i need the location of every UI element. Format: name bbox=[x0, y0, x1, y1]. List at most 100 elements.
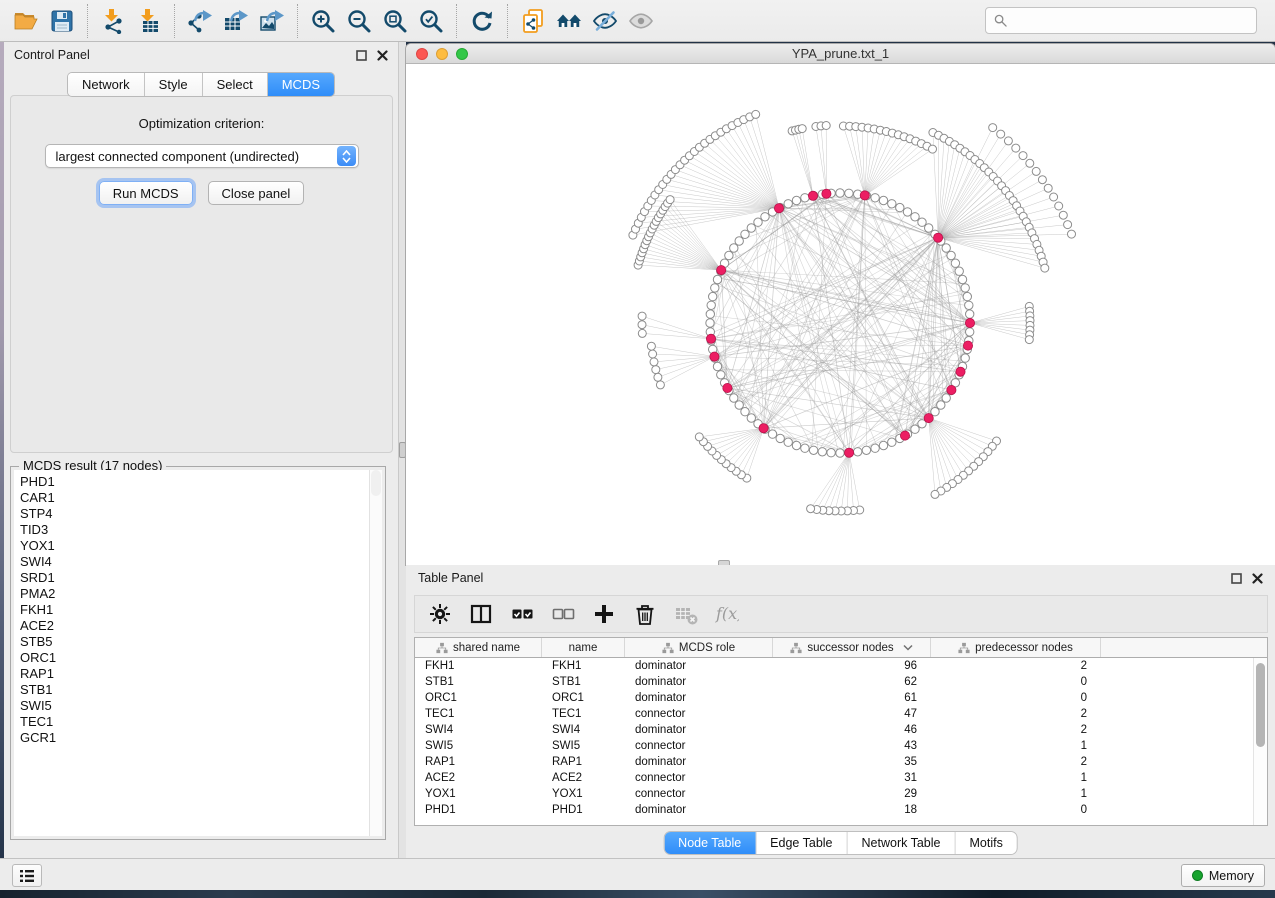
first-neighbors-icon[interactable] bbox=[551, 4, 587, 38]
table-row[interactable]: SWI4SWI4dominator462 bbox=[415, 722, 1267, 738]
column-header-name[interactable]: name bbox=[542, 638, 625, 657]
toolbar-separator bbox=[174, 4, 175, 38]
mcds-result-item[interactable]: SWI5 bbox=[14, 698, 369, 714]
export-network-icon[interactable] bbox=[182, 4, 218, 38]
vertical-splitter[interactable] bbox=[399, 42, 406, 858]
table-row[interactable]: TEC1TEC1connector472 bbox=[415, 706, 1267, 722]
mcds-result-item[interactable]: PMA2 bbox=[14, 586, 369, 602]
table-row[interactable]: SWI5SWI5connector431 bbox=[415, 738, 1267, 754]
cell-name: ORC1 bbox=[542, 692, 625, 704]
search-box[interactable] bbox=[985, 7, 1257, 34]
tab-network[interactable]: Network bbox=[68, 73, 145, 96]
column-header-predecessor-nodes[interactable]: predecessor nodes bbox=[931, 638, 1101, 657]
result-list-scrollbar[interactable] bbox=[370, 470, 382, 836]
list-icon bbox=[19, 869, 35, 883]
column-header-successor-nodes[interactable]: successor nodes bbox=[773, 638, 931, 657]
float-panel-icon[interactable] bbox=[356, 50, 367, 61]
hide-selected-icon[interactable] bbox=[587, 4, 623, 38]
export-image-icon[interactable] bbox=[254, 4, 290, 38]
mcds-result-item[interactable]: GCR1 bbox=[14, 730, 369, 746]
tab-network-table[interactable]: Network Table bbox=[848, 832, 956, 854]
column-header-MCDS-role[interactable]: MCDS role bbox=[625, 638, 773, 657]
mcds-result-item[interactable]: CAR1 bbox=[14, 490, 369, 506]
mcds-result-item[interactable]: STP4 bbox=[14, 506, 369, 522]
mcds-result-item[interactable]: FKH1 bbox=[14, 602, 369, 618]
table-scrollbar-thumb[interactable] bbox=[1256, 663, 1265, 747]
gear-icon[interactable] bbox=[427, 601, 453, 627]
tab-mcds[interactable]: MCDS bbox=[268, 73, 334, 96]
task-history-button[interactable] bbox=[12, 864, 42, 887]
cell-shared_name: YOX1 bbox=[415, 788, 542, 800]
columns-icon[interactable] bbox=[468, 601, 494, 627]
delete-row-icon[interactable] bbox=[632, 601, 658, 627]
table-row[interactable]: RAP1RAP1dominator352 bbox=[415, 754, 1267, 770]
optimization-criterion-label: Optimization criterion: bbox=[11, 116, 392, 131]
table-row[interactable]: STB1STB1dominator620 bbox=[415, 674, 1267, 690]
function-icon: f(x) bbox=[714, 601, 740, 627]
mcds-result-item[interactable]: STB5 bbox=[14, 634, 369, 650]
close-table-panel-icon[interactable] bbox=[1252, 573, 1263, 584]
main-toolbar bbox=[0, 0, 1275, 42]
float-table-panel-icon[interactable] bbox=[1231, 573, 1242, 584]
save-session-icon[interactable] bbox=[44, 4, 80, 38]
tab-motifs[interactable]: Motifs bbox=[955, 832, 1016, 854]
tab-select[interactable]: Select bbox=[203, 73, 268, 96]
network-canvas[interactable] bbox=[406, 64, 1275, 565]
cell-name: YOX1 bbox=[542, 788, 625, 800]
mcds-result-item[interactable]: TID3 bbox=[14, 522, 369, 538]
close-panel-icon[interactable] bbox=[377, 50, 388, 61]
column-header-shared-name[interactable]: shared name bbox=[415, 638, 542, 657]
duplicate-network-icon[interactable] bbox=[515, 4, 551, 38]
mcds-result-item[interactable]: PHD1 bbox=[14, 474, 369, 490]
zoom-in-icon[interactable] bbox=[305, 4, 341, 38]
vertical-splitter-handle[interactable] bbox=[399, 442, 406, 458]
cell-role: dominator bbox=[625, 676, 773, 688]
table-row[interactable]: YOX1YOX1connector291 bbox=[415, 786, 1267, 802]
mcds-result-item[interactable]: ACE2 bbox=[14, 618, 369, 634]
mcds-result-item[interactable]: STB1 bbox=[14, 682, 369, 698]
import-network-icon[interactable] bbox=[95, 4, 131, 38]
layout-refresh-icon[interactable] bbox=[464, 4, 500, 38]
mcds-result-item[interactable]: TEC1 bbox=[14, 714, 369, 730]
add-row-icon[interactable] bbox=[591, 601, 617, 627]
memory-button[interactable]: Memory bbox=[1181, 864, 1265, 887]
zoom-out-icon[interactable] bbox=[341, 4, 377, 38]
mcds-result-item[interactable]: RAP1 bbox=[14, 666, 369, 682]
cell-name: SWI5 bbox=[542, 740, 625, 752]
table-row[interactable]: ACE2ACE2connector311 bbox=[415, 770, 1267, 786]
column-header-filler bbox=[1101, 638, 1267, 657]
control-panel-title: Control Panel bbox=[14, 48, 90, 62]
mcds-result-item[interactable]: ORC1 bbox=[14, 650, 369, 666]
network-graph[interactable] bbox=[406, 64, 1275, 565]
network-window-titlebar[interactable]: YPA_prune.txt_1 bbox=[406, 44, 1275, 64]
select-all-icon[interactable] bbox=[509, 601, 535, 627]
node-table[interactable]: shared namenameMCDS rolesuccessor nodesp… bbox=[414, 637, 1268, 826]
tab-edge-table[interactable]: Edge Table bbox=[756, 832, 847, 854]
optimization-criterion-select[interactable]: largest connected component (undirected) bbox=[45, 144, 359, 168]
cell-successors: 61 bbox=[773, 692, 931, 704]
open-file-icon[interactable] bbox=[8, 4, 44, 38]
cell-name: TEC1 bbox=[542, 708, 625, 720]
mcds-result-item[interactable]: YOX1 bbox=[14, 538, 369, 554]
mcds-result-list[interactable]: PHD1CAR1STP4TID3YOX1SWI4SRD1PMA2FKH1ACE2… bbox=[14, 470, 370, 836]
tab-node-table[interactable]: Node Table bbox=[664, 832, 756, 854]
export-table-icon[interactable] bbox=[218, 4, 254, 38]
mcds-result-item[interactable]: SWI4 bbox=[14, 554, 369, 570]
table-row[interactable]: FKH1FKH1dominator962 bbox=[415, 658, 1267, 674]
clear-selection-icon[interactable] bbox=[550, 601, 576, 627]
table-row[interactable]: PHD1PHD1dominator180 bbox=[415, 802, 1267, 818]
run-mcds-button[interactable]: Run MCDS bbox=[99, 181, 193, 205]
close-panel-button[interactable]: Close panel bbox=[208, 181, 305, 205]
zoom-fit-icon[interactable] bbox=[377, 4, 413, 38]
search-input[interactable] bbox=[1012, 13, 1248, 28]
table-body: FKH1FKH1dominator962STB1STB1dominator620… bbox=[415, 658, 1267, 818]
mcds-result-item[interactable]: SRD1 bbox=[14, 570, 369, 586]
import-table-icon[interactable] bbox=[131, 4, 167, 38]
table-scrollbar[interactable] bbox=[1253, 658, 1267, 825]
cell-successors: 43 bbox=[773, 740, 931, 752]
table-row[interactable]: ORC1ORC1dominator610 bbox=[415, 690, 1267, 706]
cell-role: connector bbox=[625, 788, 773, 800]
table-panel-title: Table Panel bbox=[418, 571, 483, 585]
zoom-selected-icon[interactable] bbox=[413, 4, 449, 38]
tab-style[interactable]: Style bbox=[145, 73, 203, 96]
